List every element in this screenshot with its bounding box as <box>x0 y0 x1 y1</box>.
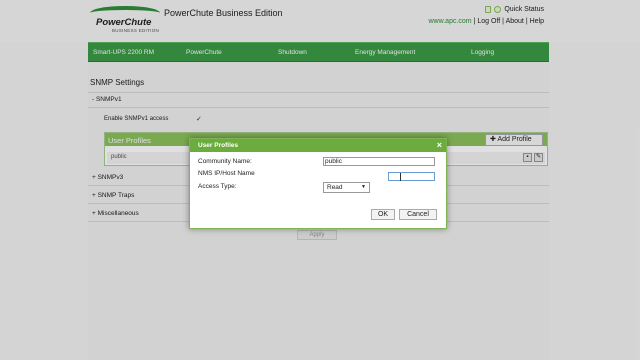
access-type-value: Read <box>327 184 343 191</box>
user-profiles-dialog: User Profiles × Community Name: NMS IP/H… <box>189 138 447 229</box>
nms-host-label: NMS IP/Host Name <box>198 170 255 177</box>
ok-button[interactable]: OK <box>371 209 395 220</box>
text-cursor <box>400 173 401 181</box>
chevron-down-icon: ▼ <box>361 184 366 190</box>
dialog-title: User Profiles <box>198 142 239 149</box>
access-type-label: Access Type: <box>198 183 237 190</box>
nms-host-field[interactable] <box>388 172 435 181</box>
access-type-select[interactable]: Read ▼ <box>323 182 370 193</box>
community-name-label: Community Name: <box>198 158 252 165</box>
dialog-header: User Profiles × <box>190 139 446 152</box>
close-icon[interactable]: × <box>437 140 442 150</box>
community-name-field[interactable] <box>323 157 435 166</box>
cancel-button[interactable]: Cancel <box>399 209 437 220</box>
